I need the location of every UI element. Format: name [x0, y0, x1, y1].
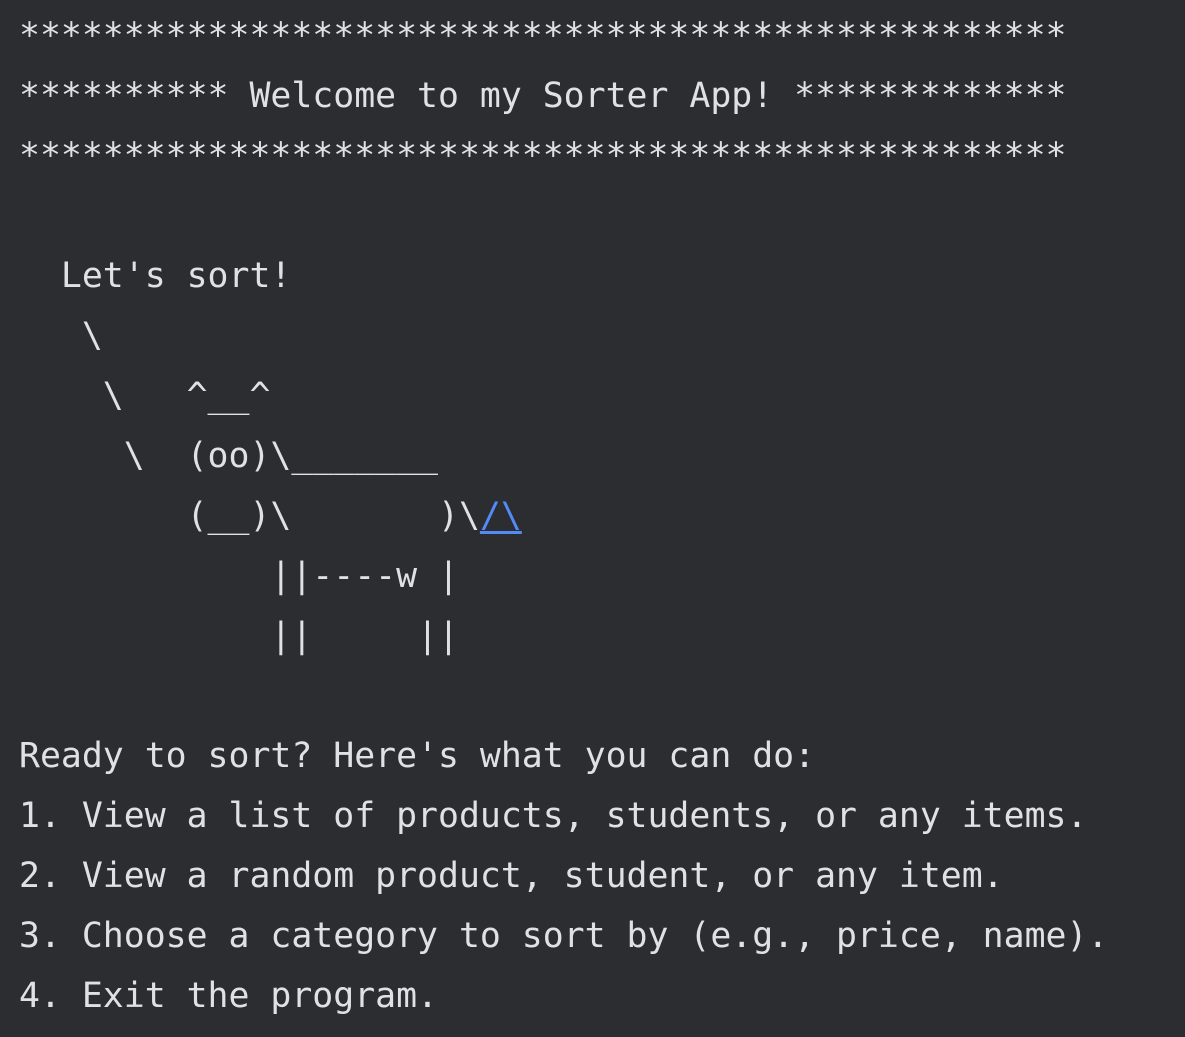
- ascii-art-text: (__)\ )\: [19, 496, 480, 536]
- ascii-speech: Let's sort!: [19, 256, 292, 296]
- menu-intro: Ready to sort? Here's what you can do:: [19, 736, 816, 776]
- banner-welcome: ********** Welcome to my Sorter App! ***…: [19, 76, 1067, 116]
- console-link[interactable]: /\: [480, 496, 522, 536]
- ascii-art-line: ||----w |: [19, 556, 459, 596]
- ascii-art-line: \: [19, 316, 103, 356]
- ascii-art-line-with-link: (__)\ )\/\: [19, 486, 1185, 546]
- banner-top: ****************************************…: [19, 16, 1067, 56]
- console-output: ****************************************…: [0, 0, 1185, 1037]
- menu-item: 2. View a random product, student, or an…: [19, 856, 1004, 896]
- menu-item: 1. View a list of products, students, or…: [19, 796, 1088, 836]
- menu-item: 4. Exit the program.: [19, 976, 438, 1016]
- ascii-art-line: \ (oo)\_______: [19, 436, 438, 476]
- menu-item: 3. Choose a category to sort by (e.g., p…: [19, 916, 1109, 956]
- banner-bottom: ****************************************…: [19, 136, 1067, 176]
- ascii-art-line: \ ^__^: [19, 376, 271, 416]
- ascii-art-line: || ||: [19, 616, 459, 656]
